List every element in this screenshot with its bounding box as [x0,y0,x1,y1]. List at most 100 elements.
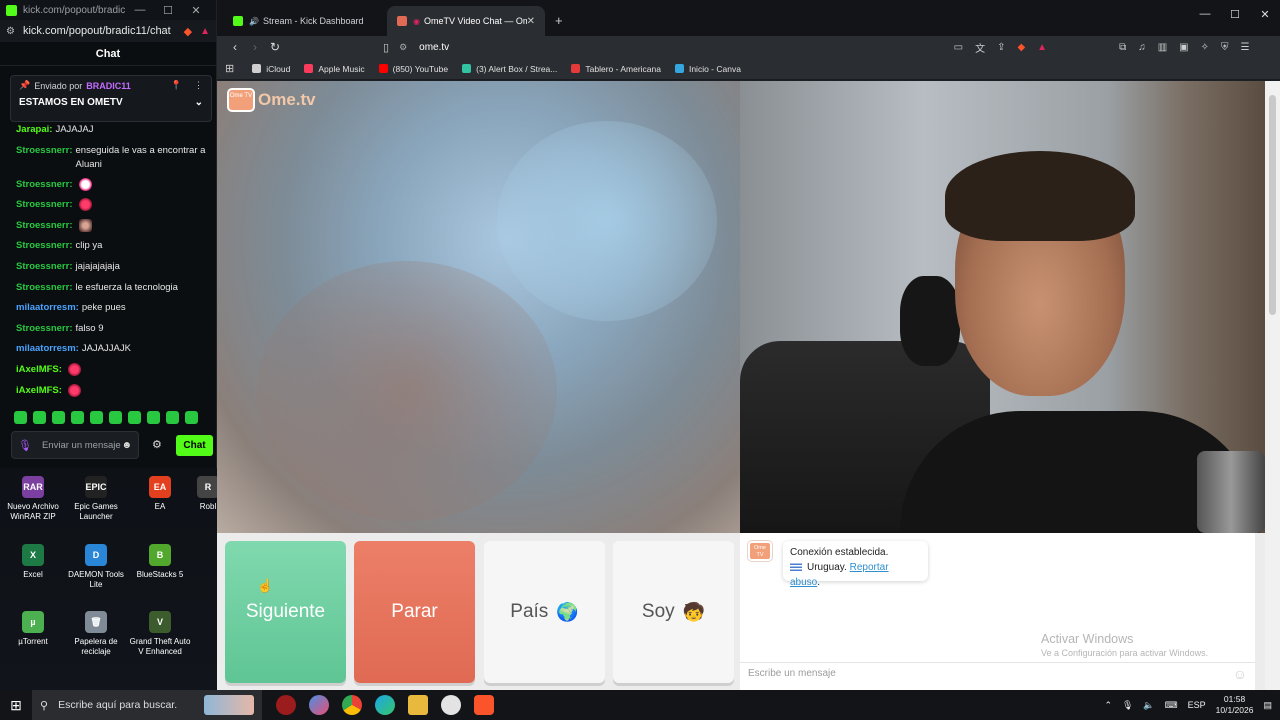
stop-button[interactable]: Parar [354,541,475,683]
chat-username[interactable]: Stroessnerr: [16,239,73,253]
send-chat-button[interactable]: Chat [176,435,213,456]
menu-icon[interactable]: ☰ [1241,42,1250,53]
language-indicator[interactable]: ESP [1188,700,1206,710]
maximize-icon[interactable]: ☐ [1220,8,1250,21]
wallet-icon[interactable]: ▣ [1179,42,1188,53]
taskbar-search[interactable]: ⚲ Escribe aquí para buscar. [32,690,262,720]
message-input[interactable]: Escribe un mensaje ☺ [740,662,1255,684]
copilot-app-icon[interactable] [309,695,329,715]
chat-username[interactable]: milaatorresm: [16,301,79,315]
chat-username[interactable]: Stroessnerr: [16,260,73,274]
emote-icon[interactable] [128,411,141,424]
unpin-icon[interactable]: 📍 [171,80,182,91]
bookmark-icon[interactable]: ▯ [383,41,389,54]
emote-icon[interactable] [90,411,103,424]
emote-icon[interactable] [147,411,160,424]
pinned-message[interactable]: 📌 Enviado por BRADIC11 📍 ⋮ ESTAMOS EN OM… [10,75,212,122]
chat-username[interactable]: Stroessnerr: [16,281,73,295]
emote-icon[interactable] [52,411,65,424]
close-tab-icon[interactable]: ✕ [527,16,535,27]
edge-app-icon[interactable] [375,695,395,715]
chat-username[interactable]: milaatorresm: [16,342,79,356]
clock[interactable]: 01:58 10/1/2026 [1216,694,1254,716]
notifications-icon[interactable]: ▤ [1263,700,1272,711]
brave-app-icon[interactable] [474,695,494,715]
site-settings-icon[interactable]: ⚙ [6,26,15,37]
emote-icon[interactable] [185,411,198,424]
close-icon[interactable]: ✕ [1250,8,1280,21]
tab-kick-dashboard[interactable]: 🔊 Stream - Kick Dashboard [223,6,381,36]
forward-icon[interactable]: › [245,40,265,54]
chat-username[interactable]: iAxelMFS: [16,363,62,377]
bookmark-item[interactable]: Apple Music [304,64,365,74]
chevron-up-icon[interactable]: ⌃ [1104,700,1112,711]
leo-ai-icon[interactable]: ✧ [1201,42,1209,53]
obs-app-icon[interactable] [441,695,461,715]
desktop-icon[interactable]: 🗑 Papelera de reciclaje [63,611,129,657]
bookmark-item[interactable]: iCloud [252,64,290,74]
kick-address-bar[interactable]: ⚙ kick.com/popout/bradic11/chat ◆ ▲ [0,20,216,42]
apps-grid-icon[interactable]: ⊞ [225,62,234,75]
cast-icon[interactable]: ▭ [954,42,963,53]
file-explorer-icon[interactable] [408,695,428,715]
bookmark-item[interactable]: (3) Alert Box / Strea... [462,64,557,74]
emoji-icon[interactable]: ☺ [1233,666,1247,682]
chat-input[interactable]: 🎙 Enviar un mensaje ☻ [11,431,139,459]
more-options-icon[interactable]: ⋮ [194,80,203,91]
chat-username[interactable]: Stroessnerr: [16,178,73,192]
chat-username[interactable]: Stroessnerr: [16,198,73,212]
brave-shield-icon[interactable]: ◆ [1017,42,1025,53]
brave-rewards-icon[interactable]: ▲ [1037,42,1047,53]
reload-icon[interactable]: ↻ [265,40,285,54]
scrollbar-thumb[interactable] [1269,95,1276,315]
chat-username[interactable]: Stroessnerr: [16,322,73,336]
desktop-icon[interactable]: D DAEMON Tools Lite [63,544,129,590]
windows-start-icon[interactable]: ⊞ [0,697,32,714]
minimize-icon[interactable]: — [126,4,154,16]
site-settings-icon[interactable]: ⚙ [399,42,407,53]
new-tab-icon[interactable]: + [555,13,563,28]
gender-button[interactable]: Soy 🧒 [613,541,734,683]
share-icon[interactable]: ⇪ [997,42,1005,53]
desktop-icon[interactable]: RAR Nuevo Archivo WinRAR ZIP [0,476,66,522]
bookmark-item[interactable]: (850) YouTube [378,64,448,74]
volume-icon[interactable]: 🔈 [1143,700,1154,711]
desktop-icon[interactable]: V Grand Theft Auto V Enhanced [127,611,193,657]
sidebar-icon[interactable]: ▥ [1158,42,1167,53]
bookmark-item[interactable]: Tablero - Americana [571,64,661,74]
back-icon[interactable]: ‹ [225,40,245,54]
emote-icon[interactable] [166,411,179,424]
minimize-icon[interactable]: — [1190,8,1220,21]
network-icon[interactable]: ⌨ [1165,700,1178,711]
emote-icon[interactable] [14,411,27,424]
maximize-icon[interactable]: ☐ [154,4,182,17]
desktop-icon[interactable]: EPIC Epic Games Launcher [63,476,129,522]
brave-shield-icon[interactable]: ◆ [184,25,192,38]
emote-icon[interactable] [33,411,46,424]
extensions-icon[interactable]: ⧉ [1119,42,1126,53]
address-bar[interactable]: ⚙ ome.tv ▭ 文 ⇪ ◆ ▲ [399,37,1047,57]
media-icon[interactable]: ♫ [1138,42,1146,53]
bookmark-item[interactable]: Inicio - Canva [674,64,741,74]
tab-ometv[interactable]: ◉ OmeTV Video Chat — Omegl ✕ [387,6,545,36]
next-button[interactable]: Siguiente [225,541,346,683]
page-scrollbar[interactable] [1265,81,1280,690]
brave-rewards-icon[interactable]: ▲ [200,26,210,37]
chat-settings-icon[interactable]: ⚙ [152,438,162,451]
desktop-icon[interactable]: B BlueStacks 5 [127,544,193,580]
country-button[interactable]: País 🌍 [484,541,605,683]
desktop-icon[interactable]: X Excel [0,544,66,580]
audio-icon[interactable]: 🔊 [249,17,259,26]
chat-username[interactable]: Stroessnerr: [16,144,73,158]
microphone-icon[interactable]: 🎙 [1122,700,1133,711]
emote-icon[interactable] [71,411,84,424]
recorder-app-icon[interactable] [276,695,296,715]
chrome-app-icon[interactable] [342,695,362,715]
chat-username[interactable]: Stroessnerr: [16,219,73,233]
emote-icon[interactable] [109,411,122,424]
chat-username[interactable]: iAxelMFS: [16,384,62,398]
translate-icon[interactable]: 文 [975,40,985,55]
chevron-down-icon[interactable]: ⌄ [195,97,203,108]
close-icon[interactable]: ✕ [182,4,210,17]
microphone-icon[interactable]: 🎙 [18,439,32,452]
